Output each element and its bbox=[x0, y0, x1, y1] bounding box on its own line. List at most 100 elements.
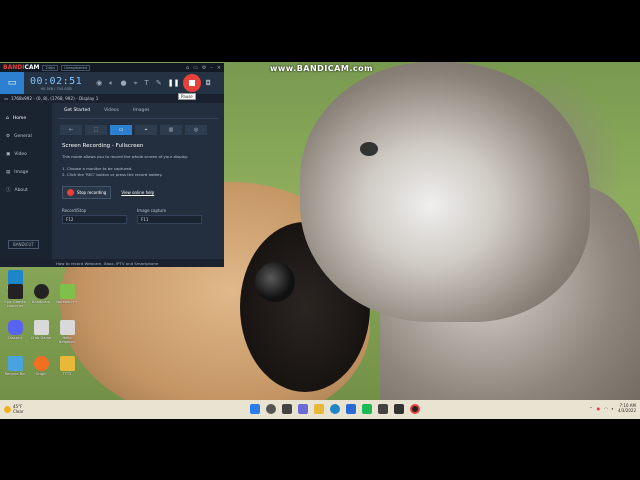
chevron-up-icon[interactable]: ⌃ bbox=[589, 406, 592, 411]
record-stop-hotkey-label: Record/Stop bbox=[62, 208, 87, 213]
image-capture-hotkey-field[interactable]: F11 bbox=[137, 215, 202, 224]
minecraft-icon[interactable] bbox=[378, 404, 388, 414]
rectangle-mode-icon[interactable]: ⬚ bbox=[85, 125, 107, 135]
taskbar-apps bbox=[250, 404, 420, 414]
info-icon: ⓘ bbox=[6, 188, 11, 193]
chat-icon[interactable] bbox=[298, 404, 308, 414]
tab-images[interactable]: Images bbox=[133, 108, 149, 113]
fullscreen-mode-icon[interactable]: ▭ bbox=[110, 125, 132, 135]
desktop-icon-hello-neighbor[interactable]: Hello Neighbor bbox=[54, 320, 80, 344]
epic-games-icon bbox=[7, 284, 23, 299]
record-stop-hotkey-field[interactable]: F12 bbox=[62, 215, 127, 224]
system-tray: ⌃ ● ◠ 🔈︎ 7:10 AM 4/3/2022 bbox=[589, 403, 636, 413]
desktop-icon-discord[interactable]: Discord bbox=[2, 320, 28, 340]
around-mouse-mode-icon[interactable]: ⌖ bbox=[135, 125, 157, 135]
bandicam-footer-link[interactable]: How to record Webcam, Xbox, IPTV and Sma… bbox=[0, 259, 224, 267]
discord-icon bbox=[7, 320, 23, 335]
image-icon: ▤ bbox=[6, 169, 11, 175]
home-icon: ⌂ bbox=[6, 115, 9, 121]
mode-description: This mode allows you to record the whole… bbox=[62, 154, 189, 159]
bandicam-taskbar-icon[interactable] bbox=[410, 404, 420, 414]
edge-icon bbox=[7, 270, 23, 285]
display-icon: ▭ bbox=[4, 96, 8, 101]
desktop-icon-epic-games[interactable]: Epic Games Launcher bbox=[2, 284, 28, 308]
tab-get-started[interactable]: Get Started bbox=[64, 108, 90, 113]
mode-title: Screen Recording - Fullscreen bbox=[62, 143, 144, 149]
gear-icon: ⚙ bbox=[6, 133, 11, 139]
bandicut-button[interactable]: BANDICUT bbox=[8, 240, 39, 249]
text-icon[interactable]: T bbox=[145, 79, 149, 87]
app-icon-2[interactable] bbox=[394, 404, 404, 414]
webcam-icon[interactable]: ◉ bbox=[96, 79, 102, 87]
gear-icon[interactable]: ⚙ bbox=[202, 65, 206, 71]
desktop-icon-ttt2[interactable]: TTT2 bbox=[54, 356, 80, 376]
video-icon: ▣ bbox=[6, 151, 11, 157]
folder-icon[interactable]: ▭ bbox=[193, 65, 198, 71]
desktop-icon-origin[interactable]: Origin bbox=[28, 356, 54, 376]
device-mode-icon[interactable]: ▥ bbox=[160, 125, 182, 135]
bandicam-sidebar: ⌂ Home ⚙ General ▣ Video ▤ Image ⓘ About BAND… bbox=[0, 103, 52, 259]
bandicam-titlebar[interactable]: BANDICAM 24fps Unregistered ⌂ ▭ ⚙ – × bbox=[0, 63, 224, 72]
desktop-icon-bandicam[interactable]: Bandicam bbox=[28, 284, 54, 304]
bandicam-tray-icon[interactable]: ● bbox=[597, 406, 601, 411]
task-view-icon[interactable] bbox=[282, 404, 292, 414]
sidebar-item-general[interactable]: ⚙ General bbox=[0, 127, 52, 145]
sidebar-item-about[interactable]: ⓘ About bbox=[0, 181, 52, 199]
capture-area-text: 1768x992 - (0, 8), (1768, 992) - Display… bbox=[10, 96, 99, 101]
taskbar: 45°F Clear ⌃ ● ◠ 🔈︎ 7:10 AM 4/3/2022 bbox=[0, 400, 640, 419]
hello-neighbor-icon bbox=[59, 320, 75, 335]
store-icon[interactable] bbox=[346, 404, 356, 414]
sidebar-item-video[interactable]: ▣ Video bbox=[0, 145, 52, 163]
unregistered-badge[interactable]: Unregistered bbox=[61, 64, 90, 71]
clock[interactable]: 7:10 AM 4/3/2022 bbox=[618, 403, 636, 413]
home-icon[interactable]: ⌂ bbox=[186, 65, 189, 71]
pug-eye bbox=[255, 262, 295, 302]
cat-image bbox=[300, 62, 590, 322]
home-content: Get Started Videos Images ← ⬚ ▭ ⌖ ▥ ◎ Sc… bbox=[52, 103, 224, 259]
recording-size: 95.7KB / 700.0GB bbox=[40, 86, 72, 91]
speaker-icon[interactable]: 🔈︎ bbox=[109, 79, 113, 88]
weather-widget[interactable]: 45°F Clear bbox=[4, 404, 23, 414]
record-dot-icon bbox=[67, 189, 74, 196]
game-mode-icon[interactable]: ◎ bbox=[185, 125, 207, 135]
tab-videos[interactable]: Videos bbox=[104, 108, 119, 113]
sun-icon bbox=[4, 406, 11, 413]
pause-button[interactable]: ❚❚ bbox=[168, 79, 180, 87]
fps-badge: 24fps bbox=[42, 64, 59, 71]
app-icon[interactable] bbox=[362, 404, 372, 414]
bandicam-icon bbox=[33, 284, 49, 299]
bandicam-logo: BANDICAM bbox=[3, 64, 40, 71]
pause-tooltip: Pause bbox=[178, 93, 196, 100]
recycle-bin-icon bbox=[7, 356, 23, 371]
notepad-icon bbox=[59, 284, 75, 299]
sidebar-item-home[interactable]: ⌂ Home bbox=[0, 109, 52, 127]
folder-icon bbox=[59, 356, 75, 371]
volume-icon[interactable]: 🔈︎ bbox=[612, 406, 614, 411]
desktop-icon-notepad[interactable]: Notepad++ bbox=[54, 284, 80, 304]
back-arrow-icon[interactable]: ← bbox=[60, 125, 82, 135]
mode-selector: ← ⬚ ▭ ⌖ ▥ ◎ bbox=[60, 125, 218, 135]
minimize-icon[interactable]: – bbox=[210, 65, 213, 71]
start-icon[interactable] bbox=[250, 404, 260, 414]
sidebar-item-image[interactable]: ▤ Image bbox=[0, 163, 52, 181]
draw-icon[interactable]: ✎ bbox=[156, 79, 162, 87]
image-capture-hotkey-label: Image capture bbox=[137, 208, 167, 213]
search-icon[interactable] bbox=[266, 404, 276, 414]
file-explorer-icon[interactable] bbox=[314, 404, 324, 414]
close-icon[interactable]: × bbox=[217, 65, 221, 71]
desktop-icon-crab-game[interactable]: Crab Game bbox=[28, 320, 54, 340]
microphone-icon[interactable]: ● bbox=[120, 79, 126, 87]
bandicam-watermark: www.BANDICAM.com bbox=[270, 64, 373, 73]
desktop-icon-recycle-bin[interactable]: Recycle Bin bbox=[2, 356, 28, 376]
screen-mode-button[interactable]: ▭ bbox=[0, 72, 24, 94]
stop-recording-button[interactable]: Stop recording bbox=[62, 186, 112, 199]
online-help-link[interactable]: View online help bbox=[121, 190, 154, 195]
wifi-icon[interactable]: ◠ bbox=[604, 406, 608, 411]
recording-timer: 00:02:51 bbox=[30, 75, 83, 87]
crab-game-icon bbox=[33, 320, 49, 335]
stop-icon bbox=[189, 80, 196, 86]
mouse-icon[interactable]: ⌖ bbox=[134, 79, 138, 88]
screenshot-icon[interactable]: ◘ bbox=[205, 79, 211, 87]
edge-icon[interactable] bbox=[330, 404, 340, 414]
stop-record-button[interactable] bbox=[183, 74, 202, 92]
